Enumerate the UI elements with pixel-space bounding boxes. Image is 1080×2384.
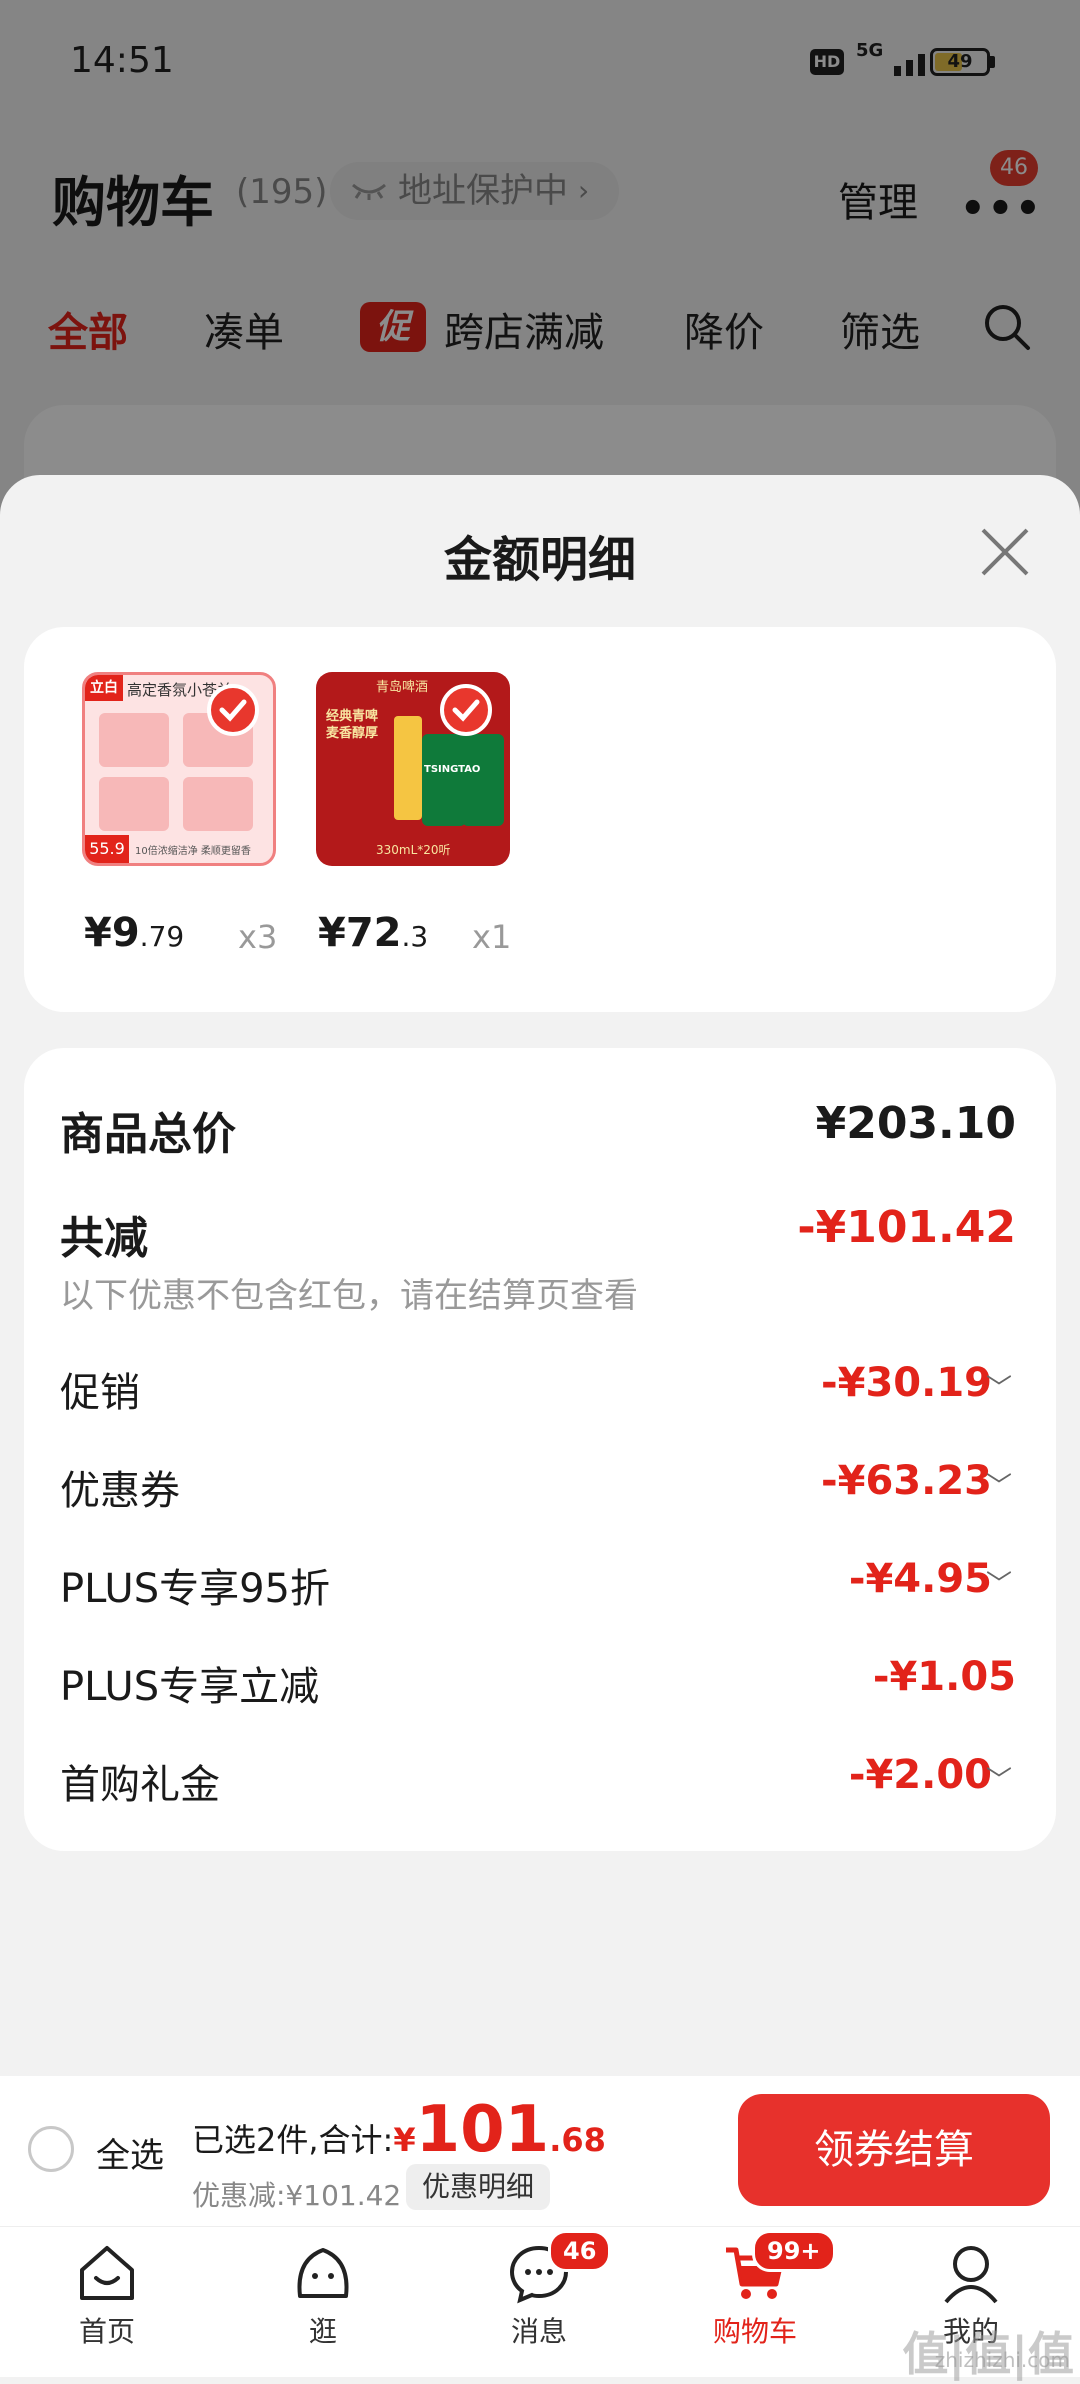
total-amount: 101 bbox=[415, 2093, 550, 2167]
thumb-caption: 330mL*20听 bbox=[376, 843, 451, 857]
coupon-value[interactable]: -¥63.23 bbox=[821, 1458, 992, 1504]
thumb-headline: 经典青啤 麦香醇厚 bbox=[326, 709, 379, 741]
total-value: ¥203.10 bbox=[815, 1098, 1016, 1149]
chevron-down-icon[interactable]: ﹀ bbox=[986, 1564, 1012, 1601]
thumb-price-tag: 55.9 bbox=[85, 835, 129, 863]
profile-icon bbox=[944, 2246, 998, 2304]
chevron-down-icon[interactable]: ﹀ bbox=[986, 1466, 1012, 1503]
selected-summary: 已选2件,合计: ¥ 101 .68 bbox=[192, 2098, 606, 2162]
item-qty: x1 bbox=[472, 918, 512, 956]
thumb-can-brand: TSINGTAO bbox=[424, 764, 481, 775]
home-icon bbox=[80, 2246, 134, 2300]
checkout-button[interactable]: 领券结算 bbox=[738, 2094, 1050, 2206]
promo-label: 促销 bbox=[60, 1370, 140, 1416]
item-price: ¥9.79 bbox=[84, 910, 185, 956]
nav-home[interactable]: 首页 bbox=[32, 2240, 182, 2350]
plus-discount-label: PLUS专享95折 bbox=[60, 1566, 330, 1612]
plus-discount-value[interactable]: -¥4.95 bbox=[849, 1556, 992, 1602]
discount-detail-button[interactable]: 优惠明细 bbox=[406, 2164, 551, 2210]
total-label: 商品总价 bbox=[60, 1109, 236, 1160]
first-buy-label: 首购礼金 bbox=[60, 1762, 220, 1808]
cart-badge: 99+ bbox=[752, 2230, 836, 2272]
coupon-label: 优惠券 bbox=[60, 1468, 180, 1514]
total-decimal: .68 bbox=[549, 2121, 606, 2159]
plus-instant-value: -¥1.05 bbox=[872, 1654, 1016, 1700]
discount-text: 优惠减:¥101.42 bbox=[192, 2179, 402, 2212]
chevron-down-icon[interactable]: ﹀ bbox=[986, 1760, 1012, 1797]
item-qty: x3 bbox=[238, 918, 278, 956]
reduce-note: 以下优惠不包含红包，请在结算页查看 bbox=[60, 1276, 638, 1316]
item-price: ¥72.3 bbox=[318, 910, 429, 956]
thumb-caption: 10倍浓缩洁净 柔顺更留香 bbox=[135, 846, 251, 857]
plus-instant-label: PLUS专享立减 bbox=[60, 1664, 320, 1710]
select-all-radio[interactable] bbox=[28, 2126, 74, 2172]
reduce-value: -¥101.42 bbox=[797, 1202, 1016, 1253]
nav-explore[interactable]: 逛 bbox=[248, 2240, 398, 2350]
watermark-site: zhizhizhi.com bbox=[934, 2348, 1070, 2372]
selected-text: 已选2件,合计: bbox=[192, 2121, 394, 2159]
brand-logo: 立白 bbox=[85, 675, 123, 701]
item-checked-icon[interactable] bbox=[440, 684, 492, 736]
first-buy-value[interactable]: -¥2.00 bbox=[849, 1752, 992, 1798]
sheet-title: 金额明细 bbox=[443, 532, 636, 588]
item-checked-icon[interactable] bbox=[207, 684, 259, 736]
thumb-brand: 青岛啤酒 bbox=[376, 680, 429, 695]
total-yen: ¥ bbox=[393, 2121, 416, 2159]
price-summary-card bbox=[24, 1048, 1056, 1851]
messages-badge: 46 bbox=[548, 2230, 612, 2272]
select-all-label[interactable]: 全选 bbox=[96, 2128, 164, 2177]
chevron-down-icon[interactable]: ﹀ bbox=[986, 1368, 1012, 1405]
explore-icon bbox=[297, 2248, 349, 2298]
reduce-label: 共减 bbox=[60, 1213, 148, 1264]
close-icon[interactable] bbox=[978, 525, 1032, 579]
promo-value[interactable]: -¥30.19 bbox=[821, 1360, 992, 1406]
